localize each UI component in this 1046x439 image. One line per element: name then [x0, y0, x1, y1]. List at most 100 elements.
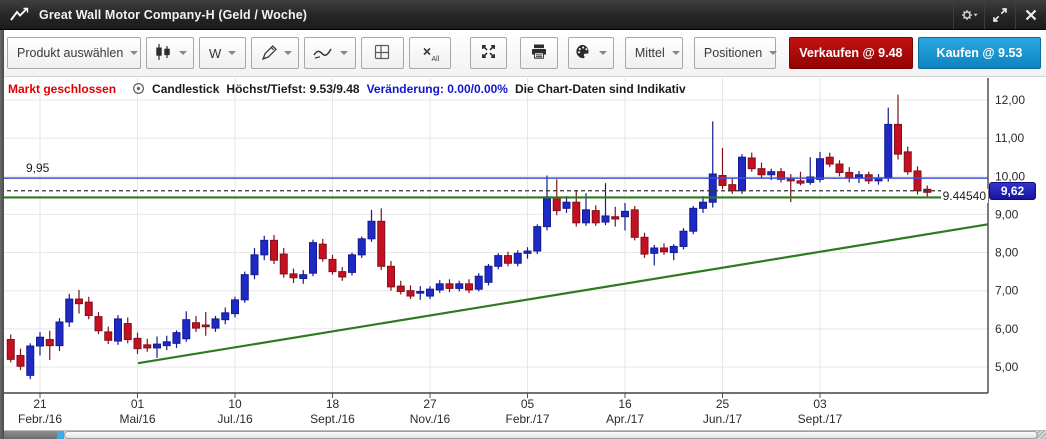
candle-body — [250, 254, 259, 276]
crosshair-button[interactable] — [361, 37, 404, 69]
candle-body — [367, 220, 376, 240]
candle-body — [513, 252, 522, 264]
candle-body — [328, 258, 337, 273]
y-axis-label: 6,00 — [995, 322, 1019, 336]
candle-body — [630, 209, 639, 238]
x-axis-month-label: Febr./16 — [18, 412, 62, 426]
positionen-label: Positionen — [703, 46, 763, 60]
candle-body — [484, 265, 493, 283]
candle-body — [299, 274, 308, 279]
resize-grip-icon[interactable] — [1036, 430, 1046, 439]
close-icon[interactable] — [1015, 0, 1046, 29]
candle-body — [55, 321, 64, 347]
x-axis-month-label: Sept./16 — [310, 412, 355, 426]
candle-body — [757, 168, 766, 176]
candle-body — [825, 156, 834, 165]
candle-body — [884, 123, 893, 179]
timeframe-label: W — [209, 45, 222, 61]
candle-body — [474, 275, 483, 290]
sell-button[interactable]: Verkaufen @ 9.48 — [788, 37, 913, 69]
resistance-price-label: 9,95 — [26, 161, 50, 176]
candle-body — [270, 239, 278, 261]
x-axis-month-label: Sept./17 — [798, 412, 843, 426]
window-title: Great Wall Motor Company-H (Geld / Woche… — [39, 7, 308, 22]
maximize-icon[interactable] — [984, 0, 1015, 29]
current-price-badge: 9,62 — [989, 181, 1036, 200]
candle-body — [533, 226, 542, 252]
y-axis-label: 11,00 — [995, 131, 1024, 145]
settings-gear-icon[interactable] — [953, 0, 984, 29]
change-label: Veränderung: 0.00/0.00% — [366, 81, 508, 96]
candle-body — [201, 324, 210, 328]
product-select-button[interactable]: Produkt auswählen — [7, 37, 141, 69]
chart-type-button[interactable] — [146, 37, 194, 69]
candle-body — [816, 158, 824, 180]
scrollbar-track-left[interactable] — [0, 431, 57, 439]
candle-body — [669, 245, 678, 254]
titlebar[interactable]: Great Wall Motor Company-H (Geld / Woche… — [0, 0, 1046, 30]
chart-type-label: Candlestick — [152, 81, 220, 96]
x-axis-day-label: 03 — [813, 397, 827, 411]
chevron-down-icon — [228, 51, 237, 55]
chevron-down-icon — [671, 51, 680, 55]
candle-body — [231, 299, 239, 315]
clear-all-sub-label: All — [431, 56, 440, 63]
market-state-label: Markt geschlossen — [8, 81, 117, 96]
candle-body — [289, 273, 298, 279]
chevron-down-icon — [130, 51, 139, 55]
positionen-dropdown[interactable]: Positionen — [693, 37, 778, 69]
x-axis-month-label: Jul./16 — [217, 412, 253, 426]
printer-icon — [530, 43, 548, 63]
print-button[interactable] — [519, 37, 558, 69]
clear-all-icon: All — [421, 45, 440, 63]
y-axis-label: 9,00 — [995, 207, 1019, 221]
candle-body — [747, 157, 756, 170]
timeframe-button[interactable]: W — [199, 37, 247, 69]
candle-body — [123, 323, 132, 341]
candle-body — [601, 215, 610, 223]
candle-body — [143, 344, 152, 349]
candle-body — [835, 163, 844, 173]
candle-body — [796, 180, 805, 184]
chevron-down-icon — [769, 51, 778, 55]
scrollbar-thumb[interactable] — [64, 431, 1038, 439]
x-axis-day-label: 18 — [326, 397, 340, 411]
fullscreen-button[interactable] — [469, 37, 507, 69]
indicators-button[interactable] — [304, 37, 357, 69]
x-axis-month-label: Apr./17 — [606, 412, 644, 426]
clear-all-button[interactable]: All — [408, 37, 451, 69]
line-chart-icon — [9, 6, 31, 23]
window-left-border — [0, 30, 4, 439]
candle-body — [611, 216, 620, 220]
candle-body — [75, 298, 83, 305]
candle-body — [192, 322, 200, 329]
crosshair-grid-icon — [373, 43, 391, 64]
candle-body — [133, 337, 142, 350]
candle-body — [767, 171, 776, 176]
eye-icon[interactable] — [131, 81, 146, 96]
y-axis-label: 7,00 — [995, 284, 1019, 298]
candle-body — [104, 331, 113, 341]
candle-body — [718, 175, 727, 186]
chevron-down-icon — [179, 51, 187, 55]
mittel-dropdown[interactable]: Mittel — [624, 37, 683, 69]
candle-body — [279, 253, 288, 275]
colors-button[interactable] — [567, 37, 614, 69]
candle-body — [894, 123, 902, 155]
candle-body — [172, 332, 181, 344]
chevron-down-icon — [599, 51, 608, 55]
x-axis-day-label: 01 — [131, 397, 145, 411]
candle-body — [855, 174, 863, 179]
candle-body — [650, 247, 659, 254]
buy-button[interactable]: Kaufen @ 9.53 — [917, 37, 1042, 69]
candle-body — [406, 290, 415, 297]
candle-body — [591, 210, 600, 224]
candle-body — [689, 207, 698, 232]
chevron-down-icon — [339, 51, 348, 55]
drawing-tools-button[interactable] — [251, 37, 300, 69]
candle-body — [562, 201, 571, 209]
candle-body — [621, 210, 629, 218]
candle-body — [913, 170, 922, 192]
horizontal-scrollbar[interactable] — [0, 430, 1046, 439]
candle-body — [416, 290, 425, 294]
